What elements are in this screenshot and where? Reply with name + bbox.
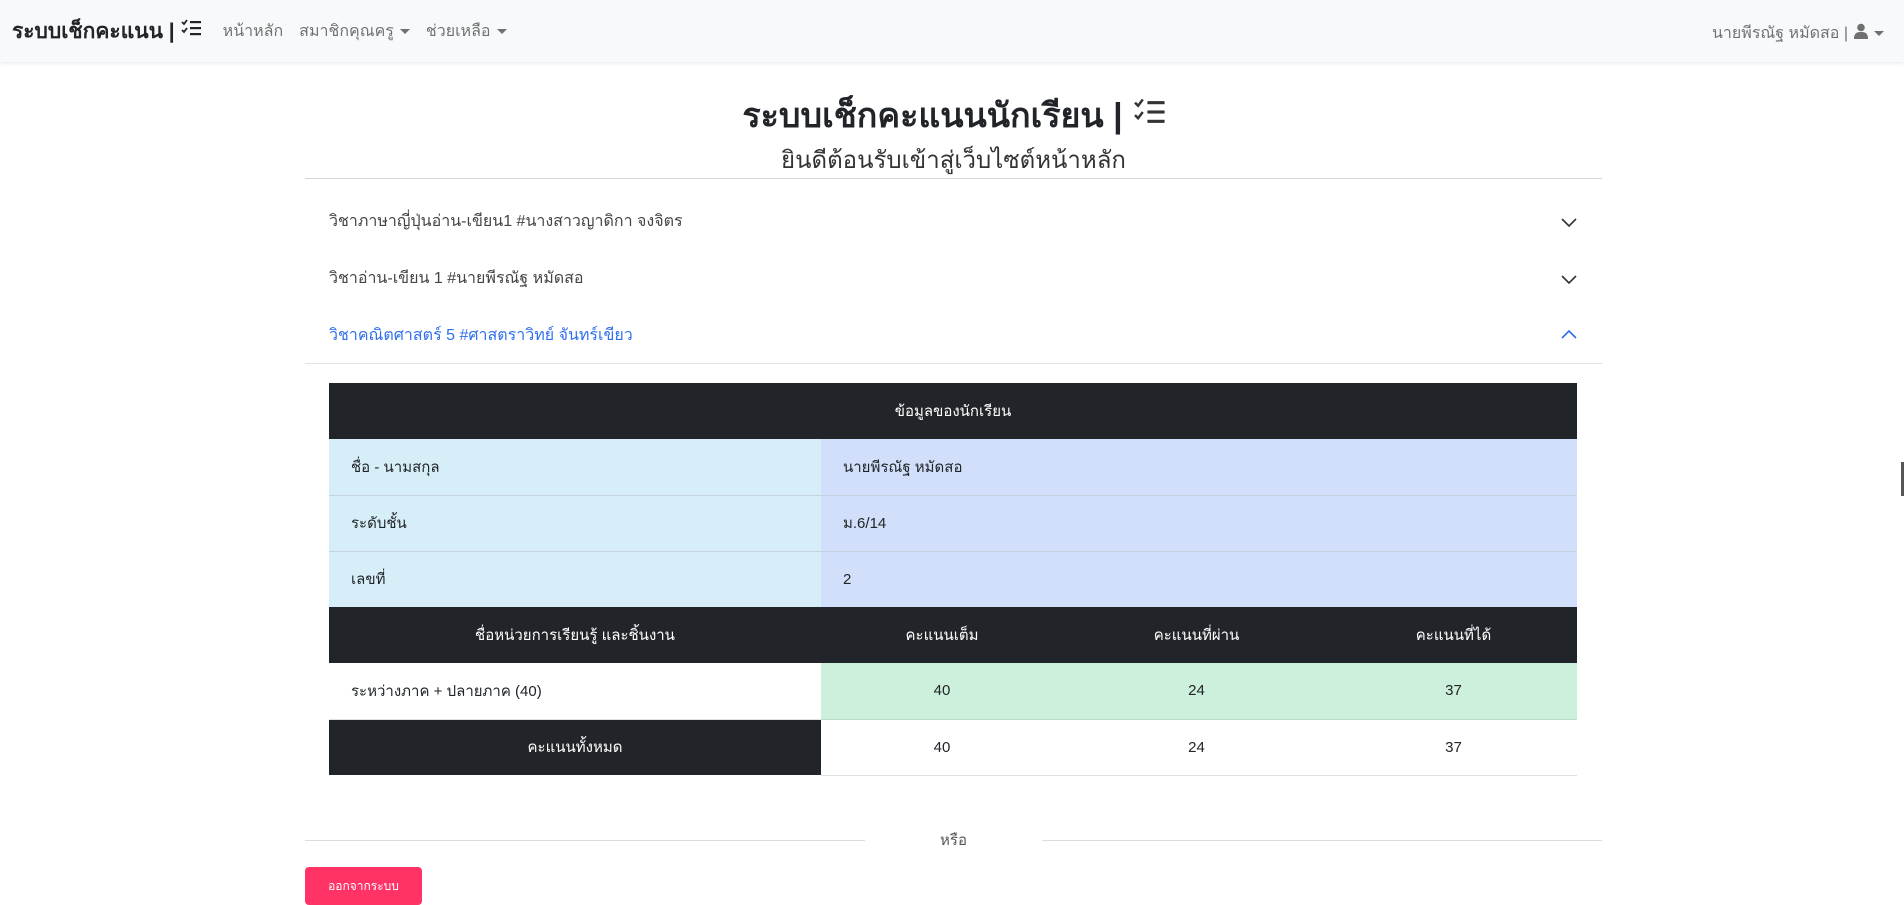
info-label: ชื่อ - นามสกุล <box>329 439 821 496</box>
nav-home-label: หน้าหลัก <box>222 22 284 40</box>
or-text: หรือ <box>940 832 967 849</box>
unit-name-cell: ระหว่างภาค + ปลายภาค (40) <box>329 663 821 720</box>
subject-accordion: วิชาภาษาญี่ปุ่นอ่าน-เขียน1 #นางสาวญาดิกา… <box>305 193 1602 364</box>
got-score-cell: 37 <box>1330 663 1577 720</box>
info-row-name: ชื่อ - นามสกุล นายพีรณัฐ หมัดสอ <box>329 439 1577 496</box>
chevron-down-icon <box>1561 217 1577 227</box>
nav-help[interactable]: ช่วยเหลือ <box>426 19 507 44</box>
page-title: ระบบเช็กคะแนนนักเรียน | <box>305 88 1602 142</box>
user-menu[interactable]: นายพีรณัฐ หมัดสอ | <box>1712 21 1884 46</box>
student-score-table: ข้อมูลของนักเรียน ชื่อ - นามสกุล นายพีรณ… <box>329 383 1577 776</box>
caret-down-icon <box>1874 31 1884 36</box>
divider-line <box>305 839 865 841</box>
caret-down-icon <box>496 28 507 34</box>
user-icon <box>1854 23 1868 44</box>
info-row-class: ระดับชั้น ม.6/14 <box>329 495 1577 552</box>
accordion-item-label: วิชาอ่าน-เขียน 1 #นายพีรณัฐ หมัดสอ <box>329 270 584 287</box>
column-header: ชื่อหน่วยการเรียนรู้ และชิ้นงาน <box>329 607 821 663</box>
info-value: นายพีรณัฐ หมัดสอ <box>821 439 1577 496</box>
accordion-item-label: วิชาคณิตศาสตร์ 5 #ศาสตราวิทย์ จันทร์เขีย… <box>329 326 633 344</box>
total-row: คะแนนทั้งหมด 40 24 37 <box>329 719 1577 776</box>
nav-help-label: ช่วยเหลือ <box>425 22 491 40</box>
caret-down-icon <box>399 28 410 34</box>
total-full: 40 <box>821 719 1063 776</box>
column-header: คะแนนที่ได้ <box>1330 607 1577 663</box>
nav-teacher-members-label: สมาชิกคุณครู <box>299 22 394 40</box>
chevron-up-icon <box>1561 329 1577 339</box>
brand-text: ระบบเช็กคะแนน | <box>12 19 175 43</box>
info-value: ม.6/14 <box>821 495 1577 552</box>
column-header: คะแนนเต็ม <box>821 607 1063 663</box>
total-label: คะแนนทั้งหมด <box>329 719 821 775</box>
or-divider: หรือ <box>305 828 1602 852</box>
page-subtitle: ยินดีต้อนรับเข้าสู่เว็บไซต์หน้าหลัก <box>781 147 1126 174</box>
logout-button[interactable]: ออกจากระบบ <box>305 867 422 905</box>
accordion-item-japanese[interactable]: วิชาภาษาญี่ปุ่นอ่าน-เขียน1 #นางสาวญาดิกา… <box>305 193 1602 250</box>
page-title-text: ระบบเช็กคะแนนนักเรียน | <box>742 97 1123 135</box>
brand-link[interactable]: ระบบเช็กคะแนน | <box>12 15 201 48</box>
score-header-row: ชื่อหน่วยการเรียนรู้ และชิ้นงาน คะแนนเต็… <box>329 607 1577 663</box>
accordion-item-label: วิชาภาษาญี่ปุ่นอ่าน-เขียน1 #นางสาวญาดิกา… <box>329 213 683 230</box>
info-row-number: เลขที่ 2 <box>329 551 1577 607</box>
column-header: คะแนนที่ผ่าน <box>1063 607 1330 663</box>
top-navbar: ระบบเช็กคะแนน | หน้าหลัก สมาชิกคุณครู ช่… <box>0 0 1904 62</box>
accordion-item-reading-writing[interactable]: วิชาอ่าน-เขียน 1 #นายพีรณัฐ หมัดสอ <box>305 250 1602 307</box>
total-pass: 24 <box>1063 719 1330 776</box>
info-value: 2 <box>821 551 1577 607</box>
chevron-down-icon <box>1561 274 1577 284</box>
info-label: ระดับชั้น <box>329 495 821 552</box>
table-row: ระหว่างภาค + ปลายภาค (40) 40 24 37 <box>329 663 1577 720</box>
info-label: เลขที่ <box>329 551 821 607</box>
accordion-item-math[interactable]: วิชาคณิตศาสตร์ 5 #ศาสตราวิทย์ จันทร์เขีย… <box>305 307 1602 364</box>
nav-teacher-members[interactable]: สมาชิกคุณครู <box>299 19 410 44</box>
checklist-icon <box>181 19 201 43</box>
user-name: นายพีรณัฐ หมัดสอ | <box>1711 25 1848 42</box>
pass-score-cell: 24 <box>1063 663 1330 720</box>
checklist-icon <box>1133 96 1165 135</box>
table-title: ข้อมูลของนักเรียน <box>329 383 1577 439</box>
total-got: 37 <box>1330 719 1577 776</box>
nav-home[interactable]: หน้าหลัก <box>223 19 284 44</box>
full-score-cell: 40 <box>821 663 1063 720</box>
divider-line <box>1042 839 1602 841</box>
header-divider <box>305 178 1602 179</box>
